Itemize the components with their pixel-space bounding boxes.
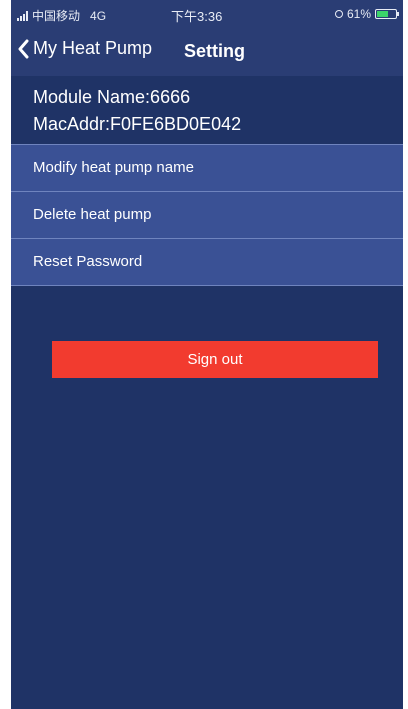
sign-out-button[interactable]: Sign out [52,341,378,378]
signal-icon [17,10,28,21]
delete-heat-pump-item[interactable]: Delete heat pump [11,191,403,238]
module-name: Module Name:6666 [33,87,191,107]
page-title: Setting [184,41,245,61]
modify-name-item[interactable]: Modify heat pump name [11,144,403,191]
status-left: 中国移动 4G [17,7,106,24]
mac-address: MacAddr:F0FE6BD0E042 [33,114,242,134]
battery-percent: 61% [346,7,371,21]
carrier-label: 中国移动 [32,9,81,23]
module-info: Module Name:6666 MacAddr:F0FE6BD0E042 [11,76,403,144]
phone-screen: 中国移动 4G 下午3:36 61% My Heat Pump Setting … [11,0,403,709]
back-label: My Heat Pump [33,38,153,58]
status-bar: 中国移动 4G 下午3:36 61% [11,0,403,28]
settings-menu: Modify heat pump name Delete heat pump R… [11,144,403,286]
chevron-left-icon [18,39,29,58]
nav-bar: My Heat Pump Setting [11,28,403,76]
status-time: 下午3:36 [171,9,223,24]
location-icon [334,10,343,18]
network-label: 4G [90,8,107,23]
battery-fill [377,11,388,17]
reset-password-item[interactable]: Reset Password [11,238,403,286]
back-button[interactable]: My Heat Pump [17,38,152,59]
status-right: 61% [334,7,399,21]
battery-icon [375,9,399,19]
